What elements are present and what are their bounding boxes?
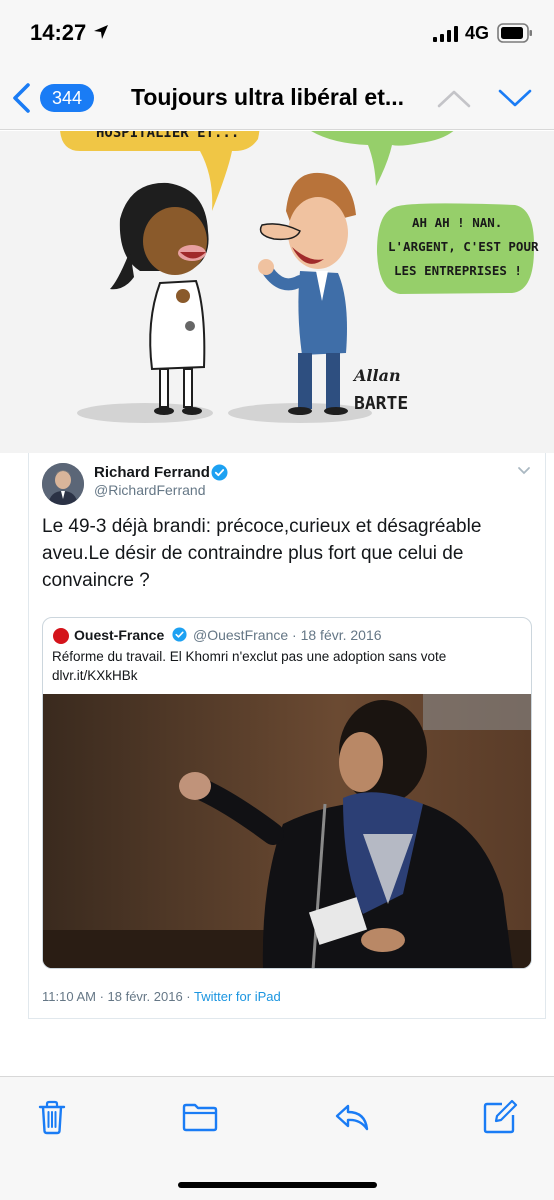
tweet-source-link[interactable]: Twitter for iPad xyxy=(194,989,281,1004)
bubble-right-line1: AH AH ! NAN. xyxy=(412,215,502,230)
verified-badge-icon xyxy=(172,627,187,642)
caret-down-icon[interactable] xyxy=(517,466,531,476)
trash-icon[interactable] xyxy=(34,1099,70,1135)
tweet-text: Le 49-3 déjà brandi: précoce,curieux et … xyxy=(42,516,482,591)
chevron-up-icon[interactable] xyxy=(436,86,472,110)
quoted-meta: @OuestFrance · 18 févr. 2016 xyxy=(193,627,382,643)
quoted-author-handle: @OuestFrance xyxy=(193,627,289,643)
status-time: 14:27 xyxy=(30,20,87,45)
network-label: 4G xyxy=(465,23,490,43)
cartoon-image: HOSPITALIER ET... AH AH ! NAN. L'ARGENT,… xyxy=(0,131,554,453)
quoted-date: 18 févr. 2016 xyxy=(300,627,382,643)
bubble-left-text: HOSPITALIER ET... xyxy=(96,131,239,141)
photo-drawing xyxy=(43,694,531,968)
chevron-left-icon[interactable] xyxy=(10,82,34,114)
quoted-tweet[interactable]: Ouest-France @OuestFrance · 18 févr. 201… xyxy=(42,617,532,969)
back-count-badge[interactable]: 344 xyxy=(40,84,94,112)
man-figure xyxy=(258,172,356,415)
cartoon-drawing: HOSPITALIER ET... AH AH ! NAN. L'ARGENT,… xyxy=(60,131,539,423)
chevron-down-icon[interactable] xyxy=(497,86,533,110)
nurse-figure xyxy=(110,182,209,415)
signal-bars-icon xyxy=(433,26,458,42)
author-name[interactable]: Richard Ferrand xyxy=(94,464,210,481)
battery-icon xyxy=(497,23,532,43)
bubble-right-line3: LES ENTREPRISES ! xyxy=(394,263,522,278)
quoted-author-name: Ouest-France xyxy=(74,627,165,643)
tweet-footer: 11:10 AM · 18 févr. 2016 · Twitter for i… xyxy=(42,989,281,1004)
verified-badge-icon xyxy=(211,464,228,481)
quoted-separator: · xyxy=(292,627,297,643)
tweet-timestamp[interactable]: 11:10 AM · 18 févr. 2016 · xyxy=(42,989,194,1004)
reply-icon[interactable] xyxy=(334,1099,370,1135)
signature-line2: BARTE xyxy=(354,393,408,414)
home-indicator[interactable] xyxy=(178,1182,377,1188)
bubble-right-line2: L'ARGENT, C'EST POUR xyxy=(388,239,539,254)
ouest-france-logo-icon xyxy=(53,628,69,644)
compose-icon[interactable] xyxy=(482,1099,518,1135)
page-title: Toujours ultra libéral et... xyxy=(131,84,405,110)
bottom-toolbar xyxy=(0,1076,554,1200)
location-arrow-icon xyxy=(94,25,108,39)
nav-bar: 344 Toujours ultra libéral et... xyxy=(0,64,554,130)
embedded-tweet[interactable]: Richard Ferrand @RichardFerrand Le 49-3 … xyxy=(28,453,546,1019)
quoted-photo[interactable] xyxy=(43,694,531,968)
status-bar: 14:27 4G xyxy=(0,0,554,64)
quoted-text: Réforme du travail. El Khomri n'exclut p… xyxy=(52,649,447,683)
folder-icon[interactable] xyxy=(182,1099,218,1135)
signature-line1: Allan xyxy=(352,366,401,385)
author-handle[interactable]: @RichardFerrand xyxy=(94,482,205,498)
avatar[interactable] xyxy=(42,463,84,505)
